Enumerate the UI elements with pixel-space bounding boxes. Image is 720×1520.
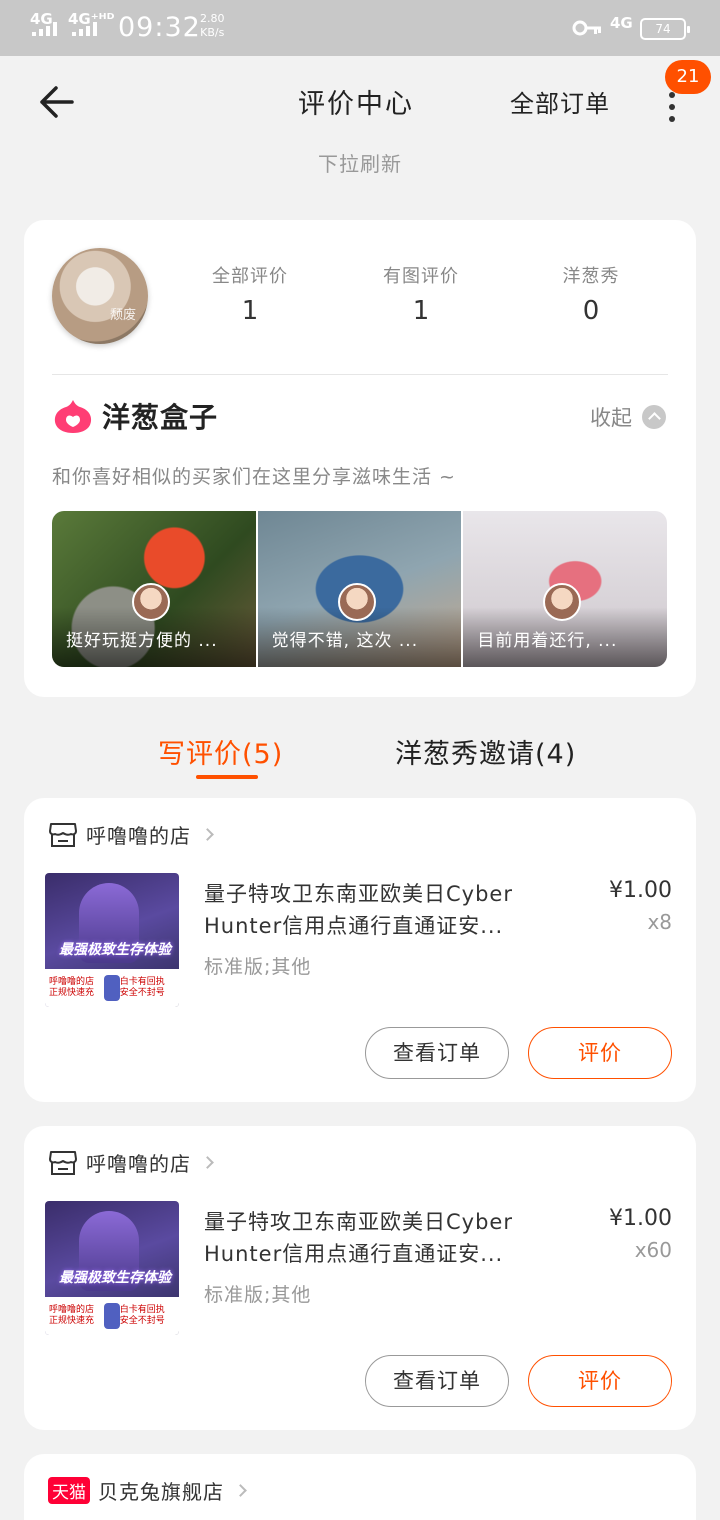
shop-link[interactable]: 天猫 贝克兔旗舰店	[48, 1476, 247, 1505]
shop-link[interactable]: 呼噜噜的店	[48, 820, 214, 849]
store-icon	[49, 822, 77, 847]
tab-write-review[interactable]: 写评价(5)	[158, 732, 283, 771]
store-icon	[49, 1150, 77, 1175]
product-title[interactable]: 量子特攻卫东南亚欧美日Cyber Hunter信用点通行直通证安...	[204, 878, 524, 942]
shop-link[interactable]: 呼噜噜的店	[48, 1148, 214, 1177]
more-menu-icon[interactable]	[660, 92, 684, 122]
active-tab-indicator	[196, 775, 258, 779]
onion-box-logo-icon	[54, 400, 92, 433]
stat-label: 有图评价	[383, 266, 459, 287]
shop-name: 贝克兔旗舰店	[98, 1480, 224, 1504]
signal-bars-1-icon	[32, 22, 57, 36]
tab-onion-invite[interactable]: 洋葱秀邀请(4)	[395, 732, 576, 771]
product-sku: 标准版;其他	[204, 1284, 312, 1306]
divider	[52, 374, 668, 375]
onion-box-description: 和你喜好相似的买家们在这里分享滋味生活 ~	[52, 466, 456, 488]
pending-review-order: 呼噜噜的店 最强极致生存体验 呼噜噜的店 正规快速充 白卡有回执 安全不封号 量…	[24, 798, 696, 1102]
pending-review-order: 天猫 贝克兔旗舰店	[24, 1454, 696, 1520]
stat-value: 0	[582, 296, 600, 326]
all-orders-link[interactable]: 全部订单	[510, 84, 610, 119]
stat-label: 全部评价	[212, 266, 288, 287]
signal-bars-2-icon	[72, 22, 97, 36]
page-title: 评价中心	[298, 89, 414, 120]
stat-onion-show[interactable]: 洋葱秀 0	[521, 262, 661, 326]
gallery-item[interactable]: 挺好玩挺方便的 ...	[52, 511, 256, 667]
status-bar: 4G 4G⁺ᴴᴰ 09:32 2.80 KB/s 4G 74	[0, 0, 720, 56]
network-indicator-3: 4G	[610, 14, 633, 32]
key-icon	[572, 20, 601, 36]
back-arrow-icon[interactable]	[36, 82, 76, 122]
gallery-caption: 觉得不错, 这次 ...	[271, 631, 419, 651]
clock: 09:32	[118, 12, 201, 43]
pending-review-order: 呼噜噜的店 最强极致生存体验 呼噜噜的店 正规快速充 白卡有回执 安全不封号 量…	[24, 1126, 696, 1430]
product-quantity: x8	[647, 910, 672, 934]
reviewer-avatar	[132, 583, 170, 621]
thumbnail-banner: 最强极致生存体验	[59, 1270, 171, 1286]
reviewer-avatar	[337, 583, 376, 621]
battery-icon: 74	[640, 18, 690, 40]
gallery-caption: 挺好玩挺方便的 ...	[66, 631, 218, 651]
thumbnail-left-text: 呼噜噜的店 正规快速充	[49, 1305, 95, 1326]
thumbnail-left-text: 呼噜噜的店 正规快速充	[49, 977, 95, 998]
product-sku: 标准版;其他	[204, 956, 312, 978]
product-quantity: x60	[634, 1238, 672, 1262]
top-navigation-bar: 评价中心 全部订单 21	[0, 56, 720, 146]
stat-all-reviews[interactable]: 全部评价 1	[180, 262, 320, 326]
view-order-button[interactable]: 查看订单	[365, 1355, 509, 1407]
review-tabs: 写评价(5) 洋葱秀邀请(4)	[0, 720, 720, 784]
product-thumbnail[interactable]: 最强极致生存体验 呼噜噜的店 正规快速充 白卡有回执 安全不封号	[45, 873, 179, 1007]
review-button[interactable]: 评价	[528, 1027, 672, 1079]
gallery-caption: 目前用着还行, ...	[477, 631, 618, 651]
avatar[interactable]: 颓废	[52, 248, 148, 344]
review-button[interactable]: 评价	[528, 1355, 672, 1407]
thumbnail-banner: 最强极致生存体验	[59, 942, 171, 958]
tmall-badge: 天猫	[48, 1477, 90, 1504]
chevron-right-icon	[201, 828, 214, 841]
gallery-item[interactable]: 目前用着还行, ...	[463, 511, 667, 667]
stat-value: 1	[241, 296, 259, 326]
chevron-right-icon	[201, 1156, 214, 1169]
product-price: ¥1.00	[609, 1206, 672, 1231]
product-thumbnail[interactable]: 最强极致生存体验 呼噜噜的店 正规快速充 白卡有回执 安全不封号	[45, 1201, 179, 1335]
thumbnail-right-text: 白卡有回执 安全不封号	[119, 977, 165, 998]
battery-level: 74	[655, 22, 671, 36]
stat-photo-reviews[interactable]: 有图评价 1	[351, 262, 491, 326]
shop-name: 呼噜噜的店	[86, 1152, 191, 1176]
gallery-item[interactable]: 觉得不错, 这次 ...	[257, 511, 462, 667]
avatar-watermark: 颓废	[110, 308, 137, 323]
product-price: ¥1.00	[609, 878, 672, 903]
collapse-button[interactable]: 收起	[590, 402, 666, 432]
product-title[interactable]: 量子特攻卫东南亚欧美日Cyber Hunter信用点通行直通证安...	[204, 1206, 524, 1270]
network-speed-value: 2.80	[200, 12, 225, 25]
onion-box-title: 洋葱盒子	[102, 401, 219, 434]
network-speed-unit: KB/s	[200, 26, 225, 39]
onion-box-gallery: 挺好玩挺方便的 ... 觉得不错, 这次 ... 目前用着还行, ...	[52, 511, 667, 667]
network-speed: 2.80 KB/s	[200, 12, 225, 40]
collapse-label: 收起	[590, 406, 632, 430]
stat-label: 洋葱秀	[562, 266, 620, 287]
message-count-badge[interactable]: 21	[665, 60, 711, 94]
view-order-button[interactable]: 查看订单	[365, 1027, 509, 1079]
pull-to-refresh-hint: 下拉刷新	[318, 152, 402, 176]
chevron-up-icon	[642, 405, 666, 429]
shop-name: 呼噜噜的店	[86, 824, 191, 848]
stat-value: 1	[412, 296, 430, 326]
review-summary-card: 颓废 全部评价 1 有图评价 1 洋葱秀 0 洋葱盒子 收起 和你喜好相似的买家…	[24, 220, 696, 697]
chevron-right-icon	[234, 1484, 247, 1497]
thumbnail-right-text: 白卡有回执 安全不封号	[119, 1305, 165, 1326]
